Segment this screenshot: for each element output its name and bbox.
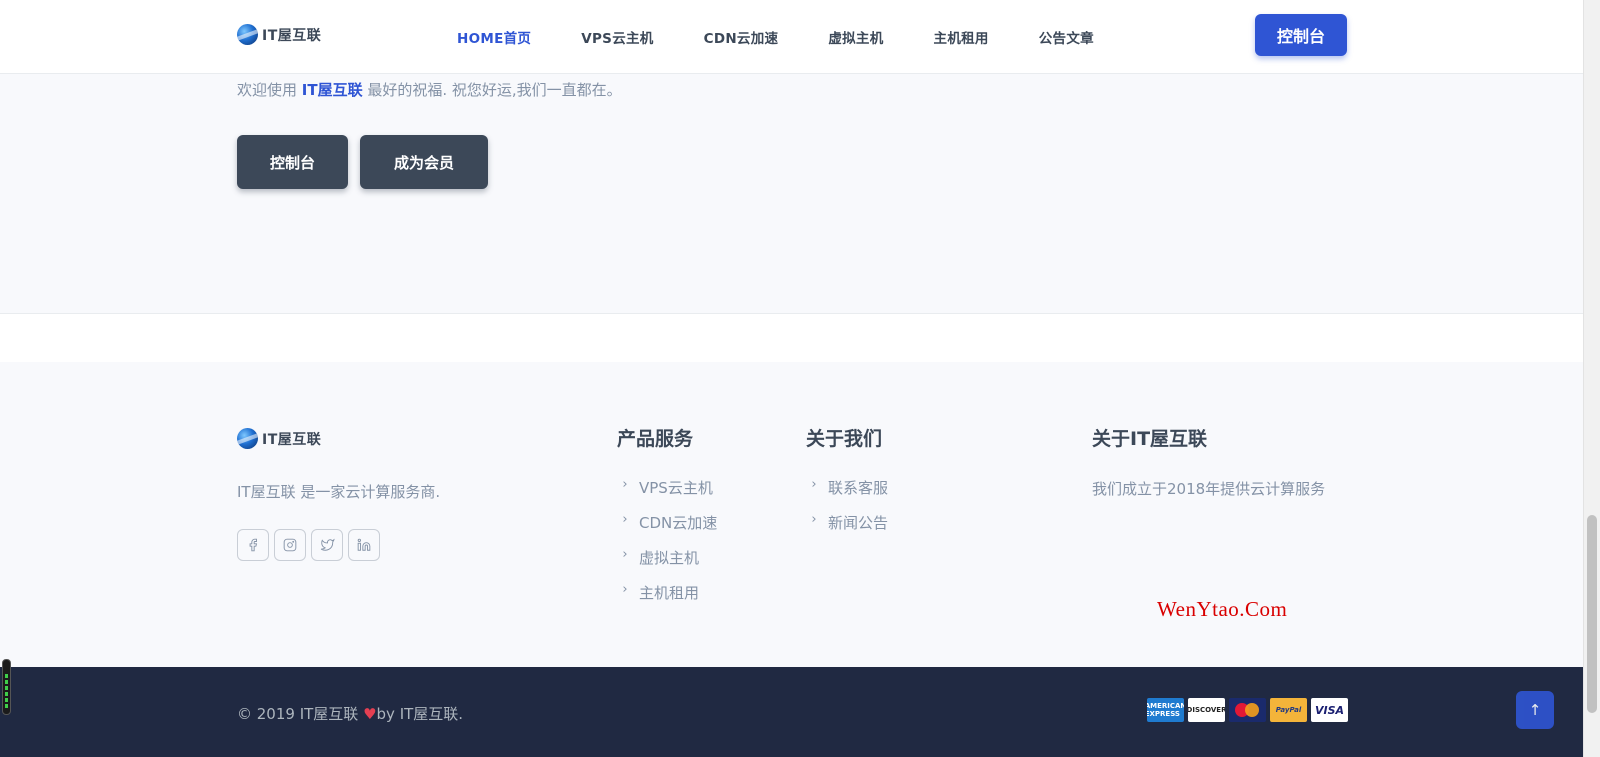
top-navbar: IT屋互联 HOME首页 VPS云主机 CDN云加速 虚拟主机 主机租用 公告文… <box>0 0 1583 74</box>
social-links <box>237 529 380 561</box>
chevron-right-icon: › <box>622 547 628 562</box>
footer-link[interactable]: › 新闻公告 <box>806 512 888 547</box>
page-scrollbar[interactable] <box>1583 0 1600 757</box>
globe-logo-icon <box>237 428 258 449</box>
bottom-bar: © 2019 IT屋互联 ♥by IT屋互联. AMERICAN EXPRESS… <box>0 667 1583 757</box>
footer-link[interactable]: › 虚拟主机 <box>617 547 717 582</box>
linkedin-icon[interactable] <box>348 529 380 561</box>
footer: IT屋互联 IT屋互联 是一家云计算服务商. 产品服务 › VPS云主机 › CDN… <box>0 362 1583 667</box>
nav-item-home[interactable]: HOME首页 <box>457 27 531 47</box>
chevron-right-icon: › <box>622 477 628 492</box>
nav-item-host-rental[interactable]: 主机租用 <box>934 27 989 47</box>
payment-methods: AMERICAN EXPRESS DISCOVER PayPal VISA <box>1147 698 1348 722</box>
chevron-right-icon: › <box>622 512 628 527</box>
page-viewport: IT屋互联 HOME首页 VPS云主机 CDN云加速 虚拟主机 主机租用 公告文… <box>0 0 1583 757</box>
footer-link[interactable]: › VPS云主机 <box>617 477 717 512</box>
back-to-top-button[interactable]: ↑ <box>1516 691 1554 729</box>
twitter-icon[interactable] <box>311 529 343 561</box>
footer-link-label: 新闻公告 <box>828 514 889 532</box>
become-member-button[interactable]: 成为会员 <box>360 135 488 189</box>
nav-item-articles[interactable]: 公告文章 <box>1039 27 1094 47</box>
footer-link[interactable]: › 主机租用 <box>617 582 717 617</box>
console-button[interactable]: 控制台 <box>1255 14 1347 56</box>
footer-link[interactable]: › 联系客服 <box>806 477 888 512</box>
copyright-prefix: © 2019 IT屋互联 <box>237 705 364 723</box>
footer-col-company-title: 关于IT屋互联 <box>1092 428 1208 450</box>
header-logo-text: IT屋互联 <box>262 27 322 44</box>
footer-link-label: VPS云主机 <box>639 479 713 497</box>
nav-item-cdn[interactable]: CDN云加速 <box>704 27 779 47</box>
side-meter-widget <box>2 659 11 715</box>
nav-item-vps[interactable]: VPS云主机 <box>581 27 653 47</box>
footer-link[interactable]: › CDN云加速 <box>617 512 717 547</box>
footer-company-text: 我们成立于2018年提供云计算服务 <box>1092 480 1326 498</box>
chevron-right-icon: › <box>811 512 817 527</box>
footer-link-label: 联系客服 <box>828 479 889 497</box>
scrollbar-thumb[interactable] <box>1587 515 1597 713</box>
visa-card-icon: VISA <box>1311 698 1348 722</box>
footer-link-label: 主机租用 <box>639 584 700 602</box>
main-nav: HOME首页 VPS云主机 CDN云加速 虚拟主机 主机租用 公告文章 <box>457 0 1144 74</box>
welcome-brand[interactable]: IT屋互联 <box>302 81 363 99</box>
footer-logo[interactable]: IT屋互联 <box>237 428 321 449</box>
chevron-right-icon: › <box>622 582 628 597</box>
welcome-text: 欢迎使用 IT屋互联 最好的祝福. 祝您好运,我们一直都在。 <box>237 79 622 100</box>
discover-card-icon: DISCOVER <box>1188 698 1225 722</box>
footer-logo-text: IT屋互联 <box>262 431 322 448</box>
footer-description: IT屋互联 是一家云计算服务商. <box>237 483 441 501</box>
hero-console-button[interactable]: 控制台 <box>237 135 348 189</box>
chevron-right-icon: › <box>811 477 817 492</box>
header-logo[interactable]: IT屋互联 <box>237 24 321 45</box>
footer-link-label: 虚拟主机 <box>639 549 700 567</box>
paypal-card-icon: PayPal <box>1270 698 1307 722</box>
footer-products-list: › VPS云主机 › CDN云加速 › 虚拟主机 › 主机租用 <box>617 477 717 617</box>
mastercard-card-icon <box>1229 698 1266 722</box>
watermark-text: WenYtao.Com <box>1157 597 1288 621</box>
footer-link-label: CDN云加速 <box>639 514 718 532</box>
globe-logo-icon <box>237 24 258 45</box>
nav-item-virtual-host[interactable]: 虚拟主机 <box>828 27 883 47</box>
heart-icon: ♥ <box>363 705 377 723</box>
copyright-suffix: by IT屋互联. <box>376 705 464 723</box>
copyright: © 2019 IT屋互联 ♥by IT屋互联. <box>237 703 463 724</box>
footer-col-products-title: 产品服务 <box>617 428 694 450</box>
amex-card-icon: AMERICAN EXPRESS <box>1147 698 1184 722</box>
welcome-suffix: 最好的祝福. 祝您好运,我们一直都在。 <box>362 81 622 99</box>
facebook-icon[interactable] <box>237 529 269 561</box>
spacer-band <box>0 314 1583 362</box>
arrow-up-icon: ↑ <box>1528 701 1542 719</box>
footer-col-about-title: 关于我们 <box>806 428 883 450</box>
footer-about-list: › 联系客服 › 新闻公告 <box>806 477 888 547</box>
welcome-prefix: 欢迎使用 <box>237 81 302 99</box>
instagram-icon[interactable] <box>274 529 306 561</box>
